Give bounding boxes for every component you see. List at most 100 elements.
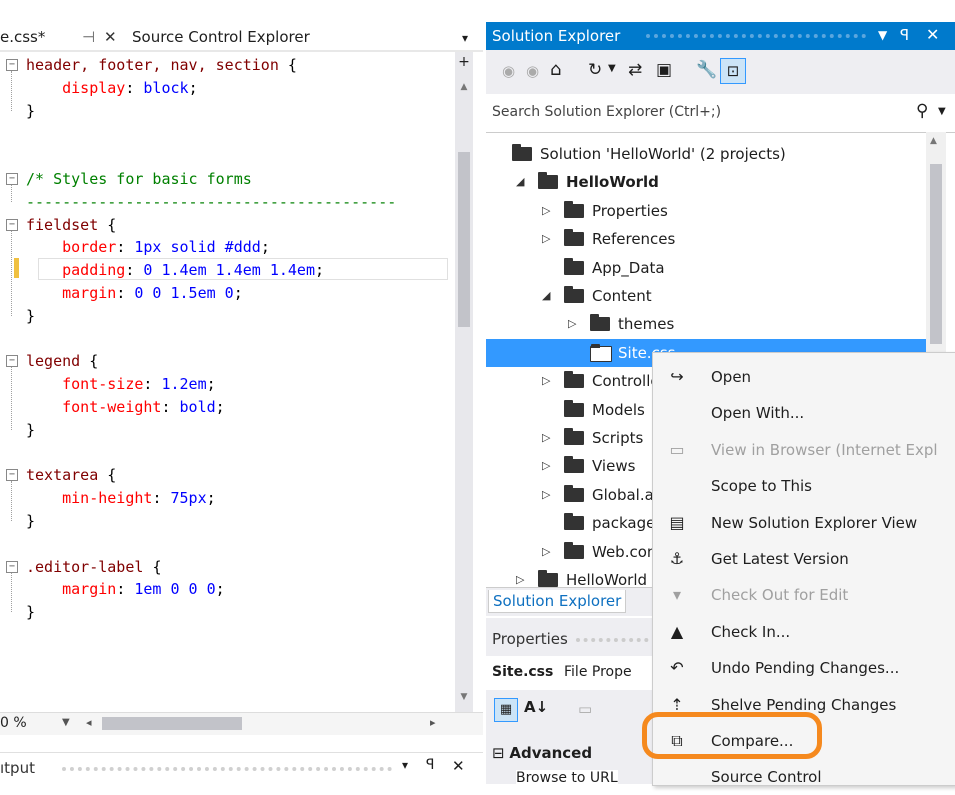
tab-site-css[interactable]: e.css* [0, 28, 45, 46]
search-input[interactable]: Search Solution Explorer (Ctrl+;) [492, 104, 721, 120]
properties-object-selector[interactable]: Site.css File Prope [486, 656, 656, 690]
zoom-level[interactable]: 0 % [0, 715, 27, 731]
folder-icon [564, 257, 584, 275]
fold-toggle-icon[interactable]: − [6, 560, 18, 573]
menu-item-new-solution-explorer-view[interactable]: ▤ New Solution Explorer View [653, 505, 955, 541]
expand-toggle-icon[interactable]: ▷ [568, 310, 576, 338]
expand-toggle-icon[interactable]: ▷ [542, 481, 550, 509]
scroll-left-icon[interactable]: ◂ [86, 716, 92, 729]
horizontal-scroll-thumb[interactable] [102, 717, 242, 730]
scroll-up-icon[interactable]: ▲ [455, 82, 473, 92]
fold-toggle-icon[interactable]: − [6, 469, 18, 482]
search-icon[interactable]: ⚲ [916, 101, 928, 121]
code-token: header, footer, nav, section [26, 56, 288, 74]
scroll-right-icon[interactable]: ▸ [430, 716, 436, 729]
code-line[interactable]: .editor-label { [26, 556, 161, 578]
menu-item-get-latest-version[interactable]: ⚓ Get Latest Version [653, 541, 955, 577]
fold-toggle-icon[interactable]: − [6, 59, 18, 71]
split-icon[interactable]: + [455, 54, 473, 70]
tree-item[interactable]: ◢ Content [486, 282, 926, 310]
expand-toggle-icon[interactable]: ◢ [542, 282, 550, 310]
tab-dropdown-icon[interactable]: ▾ [462, 31, 468, 45]
code-editor[interactable]: header, footer, nav, section {− display:… [0, 52, 455, 687]
editor-vertical-scrollbar[interactable]: + ▲ ▼ [455, 52, 473, 712]
history-dropdown-icon[interactable]: ▼ [608, 63, 616, 74]
expand-toggle-icon[interactable]: ▷ [542, 367, 550, 395]
search-options-icon[interactable]: ▼ [938, 106, 946, 117]
code-line[interactable]: margin: 1em 0 0 0; [26, 578, 225, 600]
code-line[interactable]: border: 1px solid #ddd; [26, 236, 270, 258]
code-line[interactable]: min-height: 75px; [26, 487, 216, 509]
fold-toggle-icon[interactable]: − [6, 173, 18, 185]
back-icon[interactable]: ◉ [502, 62, 515, 80]
fold-toggle-icon[interactable]: − [6, 218, 18, 231]
code-line[interactable]: header, footer, nav, section { [26, 54, 297, 76]
window-menu-icon[interactable]: ▼ [878, 28, 887, 42]
code-line[interactable]: } [26, 419, 35, 441]
menu-item-source-control[interactable]: Source Control [653, 759, 955, 795]
tree-item[interactable]: ◢ HelloWorld [486, 168, 926, 196]
code-line[interactable]: /* Styles for basic forms [26, 168, 252, 190]
tree-item[interactable]: Solution 'HelloWorld' (2 projects) [486, 140, 926, 168]
property-pages-icon[interactable]: ▭ [578, 700, 592, 718]
expand-toggle-icon[interactable]: ▷ [516, 566, 524, 587]
scroll-thumb[interactable] [930, 164, 942, 344]
pin-icon[interactable]: ⊣ [82, 28, 95, 46]
forward-icon[interactable]: ◉ [526, 62, 539, 80]
search-box[interactable]: Search Solution Explorer (Ctrl+;) ⚲ ▼ [486, 94, 955, 133]
output-title[interactable]: ıtput [0, 759, 35, 777]
preview-selected-icon[interactable]: ⊡ [720, 58, 746, 84]
code-line[interactable]: display: block; [26, 77, 197, 99]
code-line[interactable]: } [26, 601, 35, 623]
tree-item[interactable]: App_Data [486, 254, 926, 282]
properties-wrench-icon[interactable]: 🔧 [696, 60, 717, 80]
code-line[interactable]: font-weight: bold; [26, 396, 225, 418]
code-line[interactable]: legend { [26, 350, 98, 372]
menu-item-check-out-for-edit[interactable]: ▾ Check Out for Edit [653, 577, 955, 613]
scroll-down-icon[interactable]: ▼ [455, 692, 473, 702]
code-line[interactable]: fieldset { [26, 214, 116, 236]
pin-icon[interactable]: ꟼ [900, 26, 909, 44]
menu-item-view-in-browser-internet-expl[interactable]: ▭ View in Browser (Internet Expl [653, 432, 955, 468]
collapse-all-icon[interactable]: ▣ [656, 60, 672, 80]
code-line[interactable]: } [26, 305, 35, 327]
menu-item-undo-pending-changes[interactable]: ↶ Undo Pending Changes... [653, 650, 955, 686]
categorized-icon[interactable]: ▦ [494, 698, 518, 722]
close-icon[interactable]: ✕ [452, 757, 465, 775]
refresh-icon[interactable]: ⇄ [628, 60, 642, 80]
code-line[interactable]: textarea { [26, 464, 116, 486]
scroll-thumb[interactable] [458, 152, 470, 327]
tab-solution-explorer[interactable]: Solution Explorer [488, 590, 627, 613]
home-icon[interactable]: ⌂ [550, 59, 561, 80]
tree-item[interactable]: ▷ References [486, 225, 926, 253]
panel-menu-icon[interactable]: ▾ [402, 758, 408, 772]
menu-item-check-in[interactable]: ▲ Check In... [653, 614, 955, 650]
advanced-section[interactable]: ⊟ Advanced [492, 744, 592, 762]
expand-toggle-icon[interactable]: ▷ [542, 452, 550, 480]
pin-icon[interactable]: ꟼ [426, 757, 434, 773]
alphabetical-icon[interactable]: A↓ [524, 698, 548, 716]
menu-item-open-with[interactable]: Open With... [653, 395, 955, 431]
code-line[interactable]: ----------------------------------------… [26, 191, 396, 213]
expand-toggle-icon[interactable]: ▷ [542, 538, 550, 566]
history-icon[interactable]: ↻ [588, 60, 602, 80]
scroll-up-icon[interactable]: ▲ [930, 136, 937, 146]
code-line[interactable]: font-size: 1.2em; [26, 373, 216, 395]
code-line[interactable]: margin: 0 0 1.5em 0; [26, 282, 243, 304]
expand-toggle-icon[interactable]: ▷ [542, 225, 550, 253]
tree-item[interactable]: ▷ themes [486, 310, 926, 338]
menu-item-open[interactable]: ↪ Open [653, 359, 955, 395]
code-line[interactable]: } [26, 100, 35, 122]
expand-toggle-icon[interactable]: ▷ [542, 424, 550, 452]
tree-item[interactable]: ▷ Properties [486, 197, 926, 225]
tab-source-control-explorer[interactable]: Source Control Explorer [132, 28, 310, 46]
fold-toggle-icon[interactable]: − [6, 355, 18, 368]
zoom-dropdown-icon[interactable]: ▼ [62, 717, 70, 728]
code-token: min-height [26, 489, 153, 508]
expand-toggle-icon[interactable]: ▷ [542, 197, 550, 225]
expand-toggle-icon[interactable]: ◢ [516, 168, 524, 196]
menu-item-scope-to-this[interactable]: Scope to This [653, 468, 955, 504]
code-line[interactable]: } [26, 510, 35, 532]
close-icon[interactable]: ✕ [104, 28, 117, 46]
close-icon[interactable]: ✕ [926, 25, 939, 44]
